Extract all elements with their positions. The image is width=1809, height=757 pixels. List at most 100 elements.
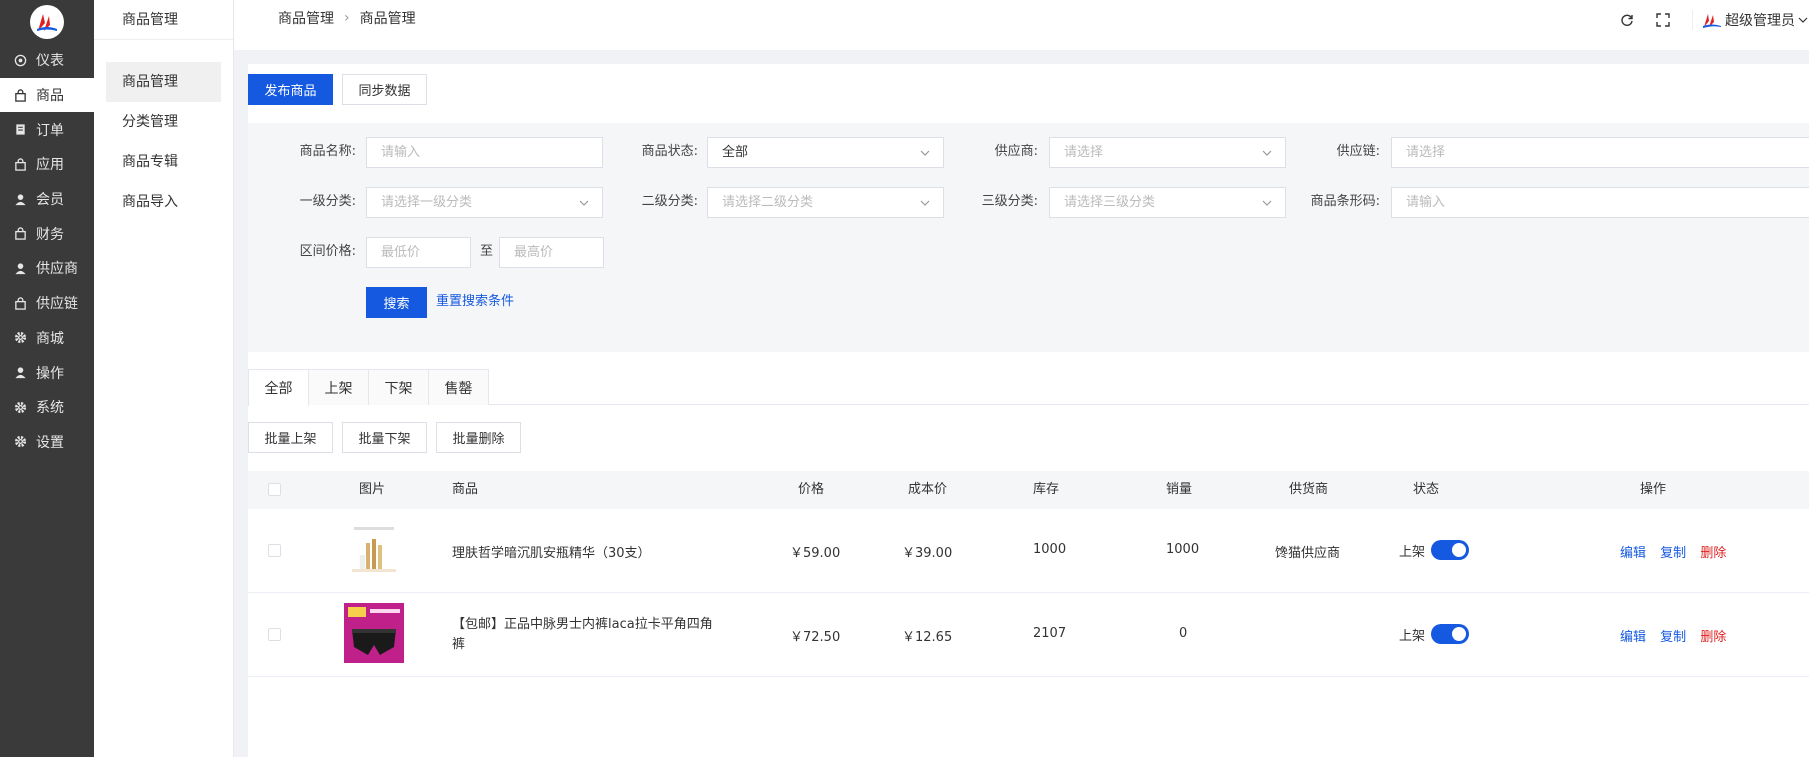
category-level1-select[interactable]: 请选择一级分类 bbox=[366, 187, 603, 218]
product-price: ￥72.50 bbox=[790, 630, 841, 645]
bag-icon bbox=[13, 296, 27, 310]
chevron-down-icon bbox=[579, 200, 589, 206]
sidebar-item-5[interactable]: 财务 bbox=[0, 216, 94, 251]
sidebar-item-3[interactable]: 应用 bbox=[0, 147, 94, 182]
supplier-select[interactable]: 请选择 bbox=[1049, 137, 1286, 168]
serum-product-image bbox=[344, 521, 404, 581]
status-tabs: 全部 上架 下架 售罄 bbox=[248, 369, 1809, 406]
sidebar-item-label: 供应商 bbox=[36, 261, 78, 278]
edit-link[interactable]: 编辑 bbox=[1620, 630, 1646, 645]
row-checkbox[interactable] bbox=[268, 628, 281, 641]
copy-link[interactable]: 复制 bbox=[1660, 630, 1686, 645]
status-toggle[interactable] bbox=[1431, 624, 1470, 644]
sidebar-item-label: 商城 bbox=[36, 330, 64, 347]
breadcrumb-item[interactable]: 商品管理 bbox=[278, 8, 334, 28]
chevron-down-icon bbox=[1262, 200, 1272, 206]
supply-chain-select[interactable]: 请选择 bbox=[1391, 137, 1809, 168]
product-table: 图片 商品 价格 成本价 库存 销量 供货商 状态 操作 理肤哲学暗沉肌安瓶精华… bbox=[248, 471, 1809, 677]
subnav-item-import[interactable]: 商品导入 bbox=[106, 182, 221, 222]
chevron-down-icon bbox=[920, 200, 930, 206]
product-sales: 1000 bbox=[1166, 542, 1200, 557]
product-price: ￥59.00 bbox=[790, 546, 841, 561]
sidebar-item-9[interactable]: 操作 bbox=[0, 355, 94, 390]
col-operations: 操作 bbox=[1640, 482, 1667, 497]
min-price-input[interactable]: 最低价 bbox=[366, 237, 471, 268]
batch-delete-button[interactable]: 批量删除 bbox=[436, 422, 521, 453]
sidebar-item-0[interactable]: 仪表 bbox=[0, 43, 94, 78]
search-button[interactable]: 搜索 bbox=[366, 287, 427, 318]
select-all-checkbox[interactable] bbox=[268, 483, 281, 496]
fullscreen-icon[interactable] bbox=[1656, 13, 1670, 27]
col-image: 图片 bbox=[359, 482, 386, 497]
sub-sidebar: 商品管理 商品管理 分类管理 商品专辑 商品导入 bbox=[94, 0, 234, 757]
supply-chain-label: 供应链: bbox=[1336, 144, 1380, 159]
row-actions: 编辑 复制 删除 bbox=[1620, 542, 1726, 561]
max-price-input[interactable]: 最高价 bbox=[499, 237, 604, 268]
tab-all[interactable]: 全部 bbox=[248, 369, 309, 406]
logo[interactable] bbox=[0, 0, 94, 43]
tab-off-shelf[interactable]: 下架 bbox=[368, 369, 429, 405]
status-text: 上架 bbox=[1399, 628, 1426, 644]
product-name-input[interactable]: 请输入 bbox=[366, 137, 603, 168]
sidebar-item-1[interactable]: 商品 bbox=[0, 77, 94, 113]
sidebar-item-8[interactable]: 商城 bbox=[0, 321, 94, 356]
edit-link[interactable]: 编辑 bbox=[1620, 546, 1646, 561]
barcode-input[interactable]: 请输入 bbox=[1391, 187, 1809, 218]
sync-data-button[interactable]: 同步数据 bbox=[342, 74, 427, 105]
barcode-label: 商品条形码: bbox=[1310, 194, 1380, 209]
row-actions: 编辑 复制 删除 bbox=[1620, 626, 1726, 645]
delete-link[interactable]: 删除 bbox=[1700, 546, 1726, 561]
order-icon bbox=[13, 123, 27, 137]
copy-link[interactable]: 复制 bbox=[1660, 546, 1686, 561]
main-sidebar: 仪表商品订单 应用会员财务供应商供应链商城操作系统设置 bbox=[0, 0, 94, 757]
product-name-line2: 裤 bbox=[452, 637, 466, 652]
product-status-select[interactable]: 全部 bbox=[707, 137, 944, 168]
subnav-item-album[interactable]: 商品专辑 bbox=[106, 142, 221, 182]
sidebar-item-label: 会员 bbox=[36, 192, 64, 209]
product-stock: 2107 bbox=[1033, 626, 1067, 641]
product-name[interactable]: 【包邮】正品中脉男士内裤laca拉卡平角四角 裤 bbox=[452, 615, 732, 655]
supplier-label: 供应商: bbox=[994, 144, 1038, 159]
user-icon bbox=[13, 261, 27, 275]
user-menu[interactable]: 超级管理员 bbox=[1692, 10, 1809, 30]
sidebar-item-label: 系统 bbox=[36, 400, 64, 417]
subnav-item-category-manage[interactable]: 分类管理 bbox=[106, 102, 221, 142]
table-row: 理肤哲学暗沉肌安瓶精华（30支） ￥59.00 ￥39.00 1000 1000… bbox=[248, 509, 1809, 593]
sidebar-item-7[interactable]: 供应链 bbox=[0, 286, 94, 321]
status-toggle[interactable] bbox=[1431, 540, 1470, 560]
sidebar-item-6[interactable]: 供应商 bbox=[0, 251, 94, 286]
batch-on-shelf-button[interactable]: 批量上架 bbox=[248, 422, 333, 453]
subnav-item-product-manage[interactable]: 商品管理 bbox=[106, 62, 221, 102]
batch-off-shelf-button[interactable]: 批量下架 bbox=[342, 422, 427, 453]
sidebar-item-11[interactable]: 设置 bbox=[0, 425, 94, 460]
product-cost: ￥39.00 bbox=[902, 546, 953, 561]
publish-product-button[interactable]: 发布商品 bbox=[248, 74, 333, 105]
product-cost: ￥12.65 bbox=[902, 630, 953, 645]
sidebar-item-label: 商品 bbox=[36, 88, 64, 105]
brand-logo-icon bbox=[30, 4, 64, 39]
row-checkbox[interactable] bbox=[268, 544, 281, 557]
delete-link[interactable]: 删除 bbox=[1700, 630, 1726, 645]
refresh-icon[interactable] bbox=[1620, 13, 1634, 27]
sidebar-item-10[interactable]: 系统 bbox=[0, 390, 94, 425]
status-cell: 上架 bbox=[1399, 624, 1470, 644]
status-text: 上架 bbox=[1399, 544, 1426, 560]
filter-panel: 商品名称: 请输入 商品状态: 全部 供应商: 请选择 供应链: 请选择 一级分… bbox=[248, 123, 1809, 352]
product-supplier: 馋猫供应商 bbox=[1275, 546, 1341, 561]
main-content: 发布商品 同步数据 商品名称: 请输入 商品状态: 全部 供应商: 请选择 供应… bbox=[248, 64, 1809, 757]
product-sales: 0 bbox=[1179, 626, 1188, 641]
category-level3-select[interactable]: 请选择三级分类 bbox=[1049, 187, 1286, 218]
sidebar-item-4[interactable]: 会员 bbox=[0, 182, 94, 217]
product-thumbnail[interactable] bbox=[344, 603, 404, 663]
table-header: 图片 商品 价格 成本价 库存 销量 供货商 状态 操作 bbox=[248, 471, 1809, 509]
user-icon bbox=[13, 366, 27, 380]
tab-on-shelf[interactable]: 上架 bbox=[308, 369, 369, 405]
reset-filters-link[interactable]: 重置搜索条件 bbox=[436, 287, 514, 317]
sidebar-item-2[interactable]: 订单 bbox=[0, 112, 94, 147]
category-level2-select[interactable]: 请选择二级分类 bbox=[707, 187, 944, 218]
product-thumbnail[interactable] bbox=[344, 521, 404, 581]
top-header: 商品管理 › 商品管理 超级管理员 bbox=[234, 0, 1809, 50]
user-name: 超级管理员 bbox=[1725, 13, 1795, 29]
product-name[interactable]: 理肤哲学暗沉肌安瓶精华（30支） bbox=[452, 542, 752, 561]
tab-sold-out[interactable]: 售罄 bbox=[428, 369, 489, 405]
